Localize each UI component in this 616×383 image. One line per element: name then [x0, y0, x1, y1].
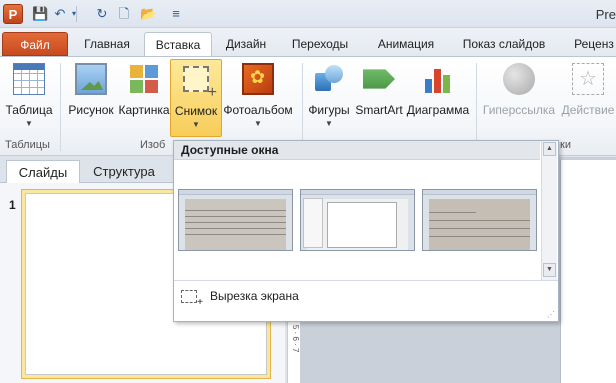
thumbnail-text-line [429, 212, 476, 213]
ribbon-tab-row: Файл Главная Вставка Дизайн Переходы Ани… [0, 28, 616, 57]
undo-dropdown-icon[interactable]: ▾ [66, 6, 82, 22]
available-windows-header: Доступные окна [174, 141, 540, 160]
group-separator [60, 63, 61, 151]
hyperlink-button[interactable]: Гиперссылка [480, 61, 558, 133]
scroll-down-arrow-icon[interactable]: ▼ [543, 263, 556, 277]
action-star-icon [572, 63, 604, 95]
thumbnail-text-line [185, 210, 286, 211]
thumbnail-side-pane [303, 198, 323, 248]
smartart-icon [363, 69, 395, 89]
window-thumbnail-powerpoint[interactable] [300, 189, 415, 251]
picture-label: Рисунок [68, 103, 114, 117]
resize-grip-icon[interactable]: ⋰ [547, 310, 555, 319]
chevron-down-icon: ▼ [254, 119, 262, 128]
thumbnail-text-line [185, 228, 286, 229]
group-label-tables: Таблицы [5, 139, 50, 151]
chart-label: Диаграмма [406, 103, 470, 117]
vertical-ruler: · 5 · 6 · 7 [287, 320, 300, 383]
shapes-icon [313, 63, 345, 95]
tab-design[interactable]: Дизайн [218, 32, 274, 56]
screen-clipping-label: Вырезка экрана [210, 289, 299, 303]
clipart-label: Картинка [118, 103, 170, 117]
screenshot-dropdown: Доступные окна ▲ ▼ Вырезка экрана ⋰ [173, 140, 559, 322]
customize-qat-icon[interactable]: ≡ [168, 6, 184, 22]
tab-slideshow[interactable]: Показ слайдов [454, 32, 554, 56]
screen-clipping-item[interactable]: Вырезка экрана [174, 286, 558, 308]
tab-transitions[interactable]: Переходы [284, 32, 356, 56]
chart-icon [422, 63, 454, 95]
clipart-button[interactable]: Картинка [118, 61, 170, 133]
shapes-label: Фигуры [308, 103, 350, 117]
chevron-down-icon: ▼ [192, 120, 200, 129]
screenshot-icon [183, 66, 217, 102]
screen-clipping-icon [181, 290, 203, 308]
redo-icon[interactable]: ↻ [94, 6, 110, 22]
tab-review[interactable]: Реценз [564, 32, 616, 56]
tab-insert[interactable]: Вставка [144, 32, 212, 57]
thumbnail-text-line [429, 228, 530, 229]
thumbnail-content [429, 199, 530, 250]
group-label-images: Изоб [140, 139, 166, 151]
photo-album-icon [242, 63, 274, 95]
scroll-up-arrow-icon[interactable]: ▲ [543, 142, 556, 156]
title-bar: P 💾 ↶ ▾ ↻ 🗋 📂 ≡ Pre [0, 0, 616, 28]
thumbnail-toolbar [301, 190, 414, 195]
left-pane-tabs: Слайды Структура [0, 157, 175, 183]
tab-outline[interactable]: Структура [84, 160, 164, 183]
hyperlink-globe-icon [503, 63, 535, 95]
editor-slide-canvas[interactable] [560, 160, 616, 383]
thumbnail-slide [327, 202, 397, 248]
thumbnail-text-line [185, 222, 286, 223]
group-separator [476, 63, 477, 151]
screenshot-button[interactable]: Снимок ▼ [170, 59, 222, 137]
smartart-button[interactable]: SmartArt [354, 61, 404, 133]
powerpoint-app-icon[interactable]: P [3, 4, 23, 24]
shapes-button[interactable]: Фигуры ▼ [304, 61, 354, 133]
qat-separator [76, 6, 77, 22]
hyperlink-label: Гиперссылка [482, 103, 556, 117]
gallery-scrollbar[interactable]: ▲ ▼ [541, 141, 557, 280]
chevron-down-icon: ▼ [25, 119, 33, 128]
table-button[interactable]: Таблица ▼ [4, 61, 54, 133]
dropdown-divider [174, 280, 558, 281]
thumbnail-text-line [429, 236, 530, 237]
slide-number: 1 [9, 198, 16, 212]
tab-slides[interactable]: Слайды [6, 160, 80, 183]
thumbnail-text-line [185, 216, 286, 217]
group-label-links: ки [560, 139, 571, 151]
picture-button[interactable]: Рисунок [64, 61, 118, 133]
thumbnail-toolbar [179, 190, 292, 195]
action-button[interactable]: Действие [560, 61, 616, 133]
action-label: Действие [561, 103, 615, 117]
new-document-icon[interactable]: 🗋 [116, 6, 132, 22]
thumbnail-text-line [185, 234, 286, 235]
photo-album-button[interactable]: Фотоальбом ▼ [222, 61, 294, 133]
photo-album-label: Фотоальбом [223, 103, 293, 117]
thumbnail-text-line [429, 220, 530, 221]
picture-icon [75, 63, 107, 95]
open-folder-icon[interactable]: 📂 [140, 6, 156, 22]
thumbnail-toolbar [423, 190, 536, 195]
chart-button[interactable]: Диаграмма [404, 61, 472, 133]
thumbnail-content [185, 199, 286, 250]
table-label: Таблица [5, 103, 53, 117]
window-title: Pre [595, 7, 616, 22]
screenshot-label: Снимок [174, 104, 218, 118]
smartart-label: SmartArt [355, 103, 403, 117]
tab-animation[interactable]: Анимация [368, 32, 444, 56]
clipart-icon [128, 63, 160, 95]
save-icon[interactable]: 💾 [32, 6, 48, 22]
window-thumbnail-document-2[interactable] [422, 189, 537, 251]
chevron-down-icon: ▼ [325, 119, 333, 128]
tab-home[interactable]: Главная [76, 32, 138, 56]
group-separator [302, 63, 303, 151]
window-thumbnail-document[interactable] [178, 189, 293, 251]
table-icon [13, 63, 45, 95]
tab-file[interactable]: Файл [2, 32, 68, 56]
